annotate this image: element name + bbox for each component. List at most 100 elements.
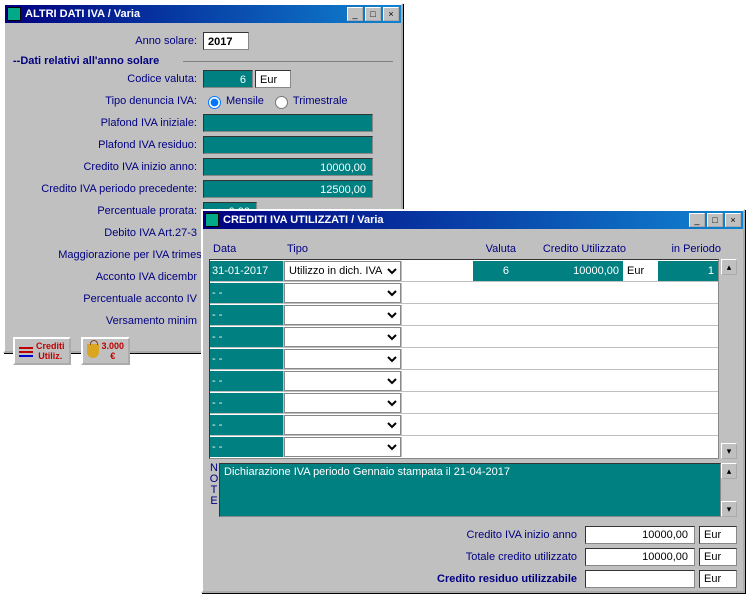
tipo-select[interactable]: Utilizzo in dich. IVA <box>284 261 401 281</box>
grid-row[interactable]: - - <box>210 348 718 370</box>
grid-row[interactable]: 31-01-2017 Utilizzo in dich. IVA 6 10000… <box>210 260 718 282</box>
3000-euro-button[interactable]: 3.000€ <box>81 337 131 365</box>
credito-prec-label: Credito IVA periodo precedente: <box>13 183 203 195</box>
tipo-denuncia-label: Tipo denuncia IVA: <box>13 95 203 107</box>
cell-valuta[interactable]: 6 <box>473 261 513 281</box>
scroll-down-button[interactable]: ▾ <box>721 443 737 459</box>
titlebar[interactable]: ALTRI DATI IVA / Varia _ □ × <box>5 5 401 23</box>
scroll-up-button[interactable]: ▴ <box>721 259 737 275</box>
credito-inizio-label: Credito IVA inizio anno: <box>13 161 203 173</box>
anno-solare-field[interactable]: 2017 <box>203 32 249 50</box>
cell-data[interactable]: - - <box>210 305 284 325</box>
cell-tipo[interactable] <box>284 349 402 369</box>
app-icon <box>205 213 219 227</box>
titlebar[interactable]: CREDITI IVA UTILIZZATI / Varia _ □ × <box>203 211 743 229</box>
plafond-residuo-field[interactable] <box>203 136 373 154</box>
credito-prec-field[interactable]: 12500,00 <box>203 180 373 198</box>
cell-data[interactable]: - - <box>210 349 284 369</box>
plafond-iniziale-label: Plafond IVA iniziale: <box>13 117 203 129</box>
cell-periodo[interactable]: 1 <box>658 261 718 281</box>
tipo-select[interactable] <box>284 305 401 325</box>
cell-tipo[interactable]: Utilizzo in dich. IVA <box>284 261 402 281</box>
minimize-button[interactable]: _ <box>347 7 363 21</box>
list-icon <box>19 345 33 357</box>
grid: 31-01-2017 Utilizzo in dich. IVA 6 10000… <box>209 259 719 459</box>
tipo-select[interactable] <box>284 371 401 391</box>
grid-row[interactable]: - - <box>210 370 718 392</box>
grid-row[interactable]: - - <box>210 392 718 414</box>
maximize-button[interactable]: □ <box>707 213 723 227</box>
grid-row[interactable]: - - <box>210 436 718 458</box>
radio-mensile[interactable]: Mensile <box>203 93 264 109</box>
versamento-min-label: Versamento minim <box>13 315 203 327</box>
group-anno-solare-label: --Dati relativi all'anno solare <box>13 55 393 67</box>
grid-header: Data Tipo Valuta Credito Utilizzato in P… <box>209 235 737 257</box>
tipo-select[interactable] <box>284 349 401 369</box>
debito-art-label: Debito IVA Art.27-3 <box>13 227 203 239</box>
perc-acconto-label: Percentuale acconto IV <box>13 293 203 305</box>
grid-row[interactable]: - - <box>210 304 718 326</box>
plafond-residuo-label: Plafond IVA residuo: <box>13 139 203 151</box>
note-scroll-up-button[interactable]: ▴ <box>721 463 737 479</box>
tipo-select[interactable] <box>284 415 401 435</box>
anno-solare-label: Anno solare: <box>13 35 203 47</box>
cell-data[interactable]: - - <box>210 327 284 347</box>
cell-tipo[interactable] <box>284 283 402 303</box>
col-periodo-header: in Periodo <box>661 237 721 255</box>
crediti-utiliz-button[interactable]: CreditiUtiliz. <box>13 337 71 365</box>
window-body: Data Tipo Valuta Credito Utilizzato in P… <box>203 229 743 597</box>
residuo-value <box>585 570 695 588</box>
cell-data[interactable]: - - <box>210 371 284 391</box>
radio-mensile-input[interactable] <box>208 96 221 109</box>
cell-data[interactable]: - - <box>210 393 284 413</box>
cell-tipo[interactable] <box>284 305 402 325</box>
residuo-cur: Eur <box>699 570 737 588</box>
cell-tipo[interactable] <box>284 415 402 435</box>
acconto-dic-label: Acconto IVA dicembr <box>13 271 203 283</box>
cell-data[interactable]: - - <box>210 283 284 303</box>
credito-inizio-total-cur: Eur <box>699 526 737 544</box>
cell-tipo[interactable] <box>284 371 402 391</box>
minimize-button[interactable]: _ <box>689 213 705 227</box>
note-textarea[interactable]: Dichiarazione IVA periodo Gennaio stampa… <box>219 463 721 517</box>
perc-prorata-label: Percentuale prorata: <box>13 205 203 217</box>
tipo-select[interactable] <box>284 283 401 303</box>
radio-trimestrale-input[interactable] <box>275 96 288 109</box>
totals-section: Credito IVA inizio anno 10000,00 Eur Tot… <box>209 525 737 589</box>
cell-credito[interactable]: 10000,00 <box>513 261 623 281</box>
radio-trimestrale[interactable]: Trimestrale <box>270 93 348 109</box>
note-scroll-down-button[interactable]: ▾ <box>721 501 737 517</box>
note-box: NOTE Dichiarazione IVA periodo Gennaio s… <box>209 463 737 517</box>
app-icon <box>7 7 21 21</box>
codice-valuta-field[interactable]: 6 <box>203 70 253 88</box>
col-data-header: Data <box>209 237 283 255</box>
cell-tipo[interactable] <box>284 393 402 413</box>
tipo-select[interactable] <box>284 437 401 457</box>
tipo-select[interactable] <box>284 393 401 413</box>
codice-valuta-currency[interactable]: Eur <box>255 70 291 88</box>
totale-util-cur: Eur <box>699 548 737 566</box>
window-title: ALTRI DATI IVA / Varia <box>25 8 347 20</box>
plafond-iniziale-field[interactable] <box>203 114 373 132</box>
cell-data[interactable]: - - <box>210 437 284 457</box>
note-label: NOTE <box>209 463 219 517</box>
cell-currency: Eur <box>623 261 658 281</box>
cell-data[interactable]: 31-01-2017 <box>210 261 284 281</box>
cell-tipo[interactable] <box>284 327 402 347</box>
cell-data[interactable]: - - <box>210 415 284 435</box>
col-credito-header: Credito Utilizzato <box>516 237 626 255</box>
grid-row[interactable]: - - <box>210 414 718 436</box>
residuo-label: Credito residuo utilizzabile <box>395 573 585 585</box>
maggiorazione-label: Maggiorazione per IVA trimestral <box>13 249 223 261</box>
window-crediti-iva-utilizzati: CREDITI IVA UTILIZZATI / Varia _ □ × Dat… <box>201 209 745 593</box>
tipo-select[interactable] <box>284 327 401 347</box>
close-button[interactable]: × <box>383 7 399 21</box>
close-button[interactable]: × <box>725 213 741 227</box>
col-valuta-header: Valuta <box>476 237 516 255</box>
credito-inizio-field[interactable]: 10000,00 <box>203 158 373 176</box>
maximize-button[interactable]: □ <box>365 7 381 21</box>
codice-valuta-label: Codice valuta: <box>13 73 203 85</box>
grid-row[interactable]: - - <box>210 282 718 304</box>
grid-row[interactable]: - - <box>210 326 718 348</box>
cell-tipo[interactable] <box>284 437 402 457</box>
